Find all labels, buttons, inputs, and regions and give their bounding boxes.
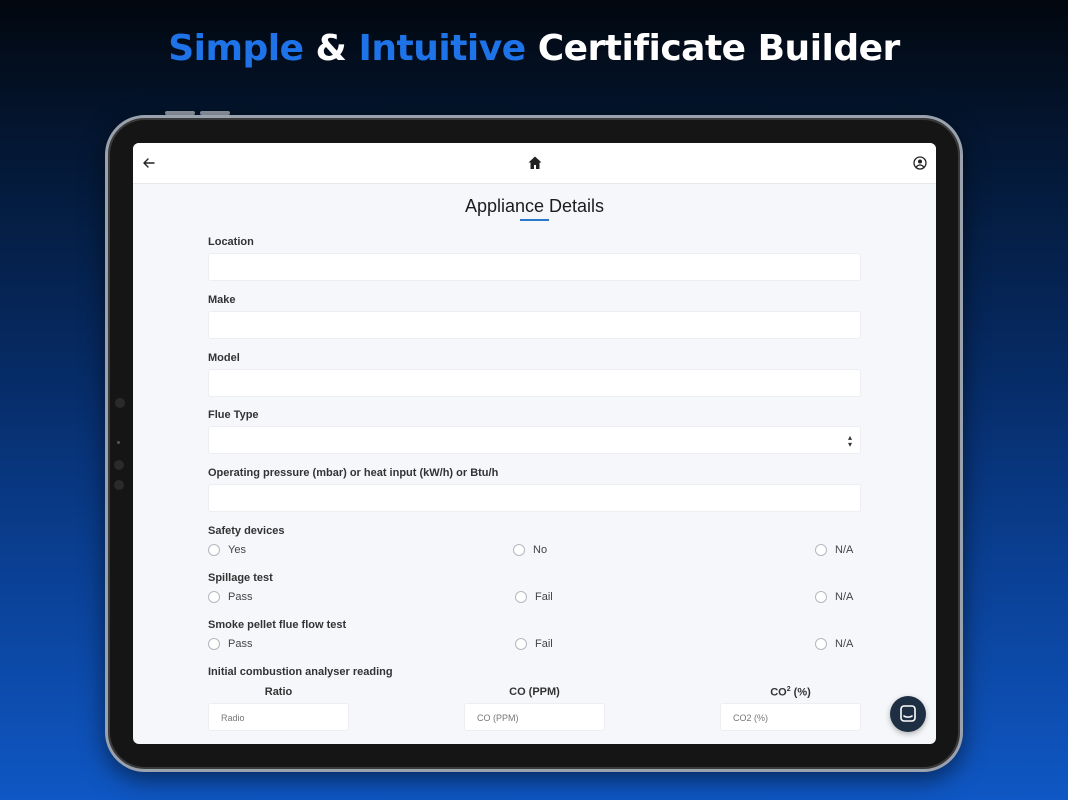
user-circle-icon[interactable] xyxy=(912,155,928,171)
model-input[interactable] xyxy=(208,369,861,397)
spillage-na-radio[interactable]: N/A xyxy=(815,591,853,603)
home-icon[interactable] xyxy=(527,155,543,171)
radio-option-label: N/A xyxy=(835,638,854,650)
radio-option-label: Pass xyxy=(228,591,253,603)
title-underline xyxy=(520,219,549,221)
radio-option-label: Pass xyxy=(228,638,253,650)
radio-option-label: N/A xyxy=(835,591,854,603)
device-mic-dot xyxy=(114,460,124,470)
chat-icon xyxy=(900,705,916,722)
radio-circle-icon xyxy=(515,591,527,603)
flue-type-label: Flue Type xyxy=(208,409,259,421)
co2-header-text: CO xyxy=(770,686,787,699)
arrow-left-icon[interactable] xyxy=(141,155,157,171)
radio-circle-icon xyxy=(815,544,827,556)
spillage-fail-radio[interactable]: Fail xyxy=(515,591,553,603)
headline-intuitive: Intuitive xyxy=(358,28,527,69)
radio-circle-icon xyxy=(815,638,827,650)
app-screen: Appliance Details Location Make Model Fl… xyxy=(133,143,936,744)
radio-circle-icon xyxy=(513,544,525,556)
device-speaker-dot xyxy=(114,480,124,490)
safety-devices-label: Safety devices xyxy=(208,525,285,537)
radio-circle-icon xyxy=(208,591,220,603)
safety-yes-radio[interactable]: Yes xyxy=(208,544,246,556)
co2-input[interactable]: CO2 (%) xyxy=(720,703,861,731)
headline-simple: Simple xyxy=(168,28,304,69)
flue-type-select[interactable]: ▴ ▾ xyxy=(208,426,861,454)
device-camera-dot xyxy=(115,398,125,408)
headline: Simple & Intuitive Certificate Builder xyxy=(0,28,1068,69)
make-label: Make xyxy=(208,294,236,306)
location-label: Location xyxy=(208,236,254,248)
radio-option-label: Fail xyxy=(535,638,553,650)
radio-circle-icon xyxy=(208,544,220,556)
smoke-na-radio[interactable]: N/A xyxy=(815,638,853,650)
headline-rest: Certificate Builder xyxy=(537,28,901,69)
combustion-label: Initial combustion analyser reading xyxy=(208,666,393,678)
co-header: CO (PPM) xyxy=(509,686,560,698)
spillage-test-label: Spillage test xyxy=(208,572,273,584)
smoke-pass-radio[interactable]: Pass xyxy=(208,638,252,650)
safety-devices-options: Yes No N/A xyxy=(208,543,861,559)
co-input[interactable]: CO (PPM) xyxy=(464,703,605,731)
radio-circle-icon xyxy=(815,591,827,603)
radio-circle-icon xyxy=(208,638,220,650)
co2-header: CO2 (%) xyxy=(720,686,861,699)
radio-option-label: N/A xyxy=(835,544,854,556)
operating-pressure-label: Operating pressure (mbar) or heat input … xyxy=(208,467,499,479)
radio-option-label: No xyxy=(533,544,548,556)
make-input[interactable] xyxy=(208,311,861,339)
select-arrows-icon: ▴ ▾ xyxy=(847,433,852,449)
headline-amp: & xyxy=(315,28,347,69)
device-sensor-dot xyxy=(117,441,120,444)
safety-no-radio[interactable]: No xyxy=(513,544,547,556)
spillage-pass-radio[interactable]: Pass xyxy=(208,591,252,603)
smoke-pellet-label: Smoke pellet flue flow test xyxy=(208,619,347,631)
radio-circle-icon xyxy=(515,638,527,650)
smoke-pellet-options: Pass Fail N/A xyxy=(208,637,861,653)
operating-pressure-input[interactable] xyxy=(208,484,861,512)
top-navbar xyxy=(133,143,936,184)
model-label: Model xyxy=(208,352,240,364)
page-title: Appliance Details xyxy=(464,196,605,216)
spillage-test-options: Pass Fail N/A xyxy=(208,590,861,606)
ratio-input[interactable]: Radio xyxy=(208,703,349,731)
ratio-header: Ratio xyxy=(264,686,293,698)
radio-option-label: Fail xyxy=(535,591,553,603)
smoke-fail-radio[interactable]: Fail xyxy=(515,638,553,650)
chat-button[interactable] xyxy=(890,696,926,732)
location-input[interactable] xyxy=(208,253,861,281)
co2-header-suffix: (%) xyxy=(790,686,811,699)
safety-na-radio[interactable]: N/A xyxy=(815,544,853,556)
radio-option-label: Yes xyxy=(228,544,246,556)
